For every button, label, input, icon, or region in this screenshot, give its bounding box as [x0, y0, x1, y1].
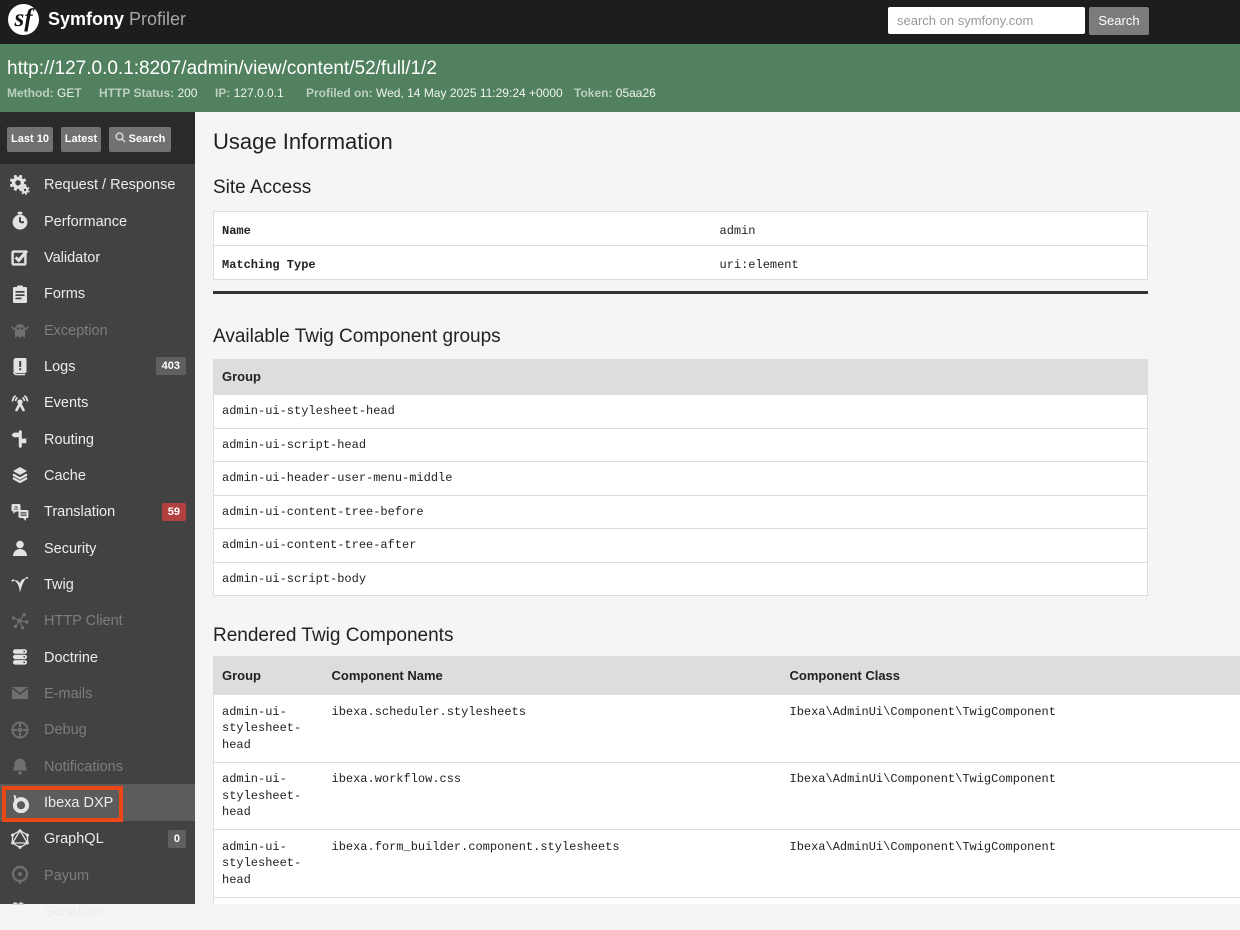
svg-text:a: a	[14, 505, 18, 512]
